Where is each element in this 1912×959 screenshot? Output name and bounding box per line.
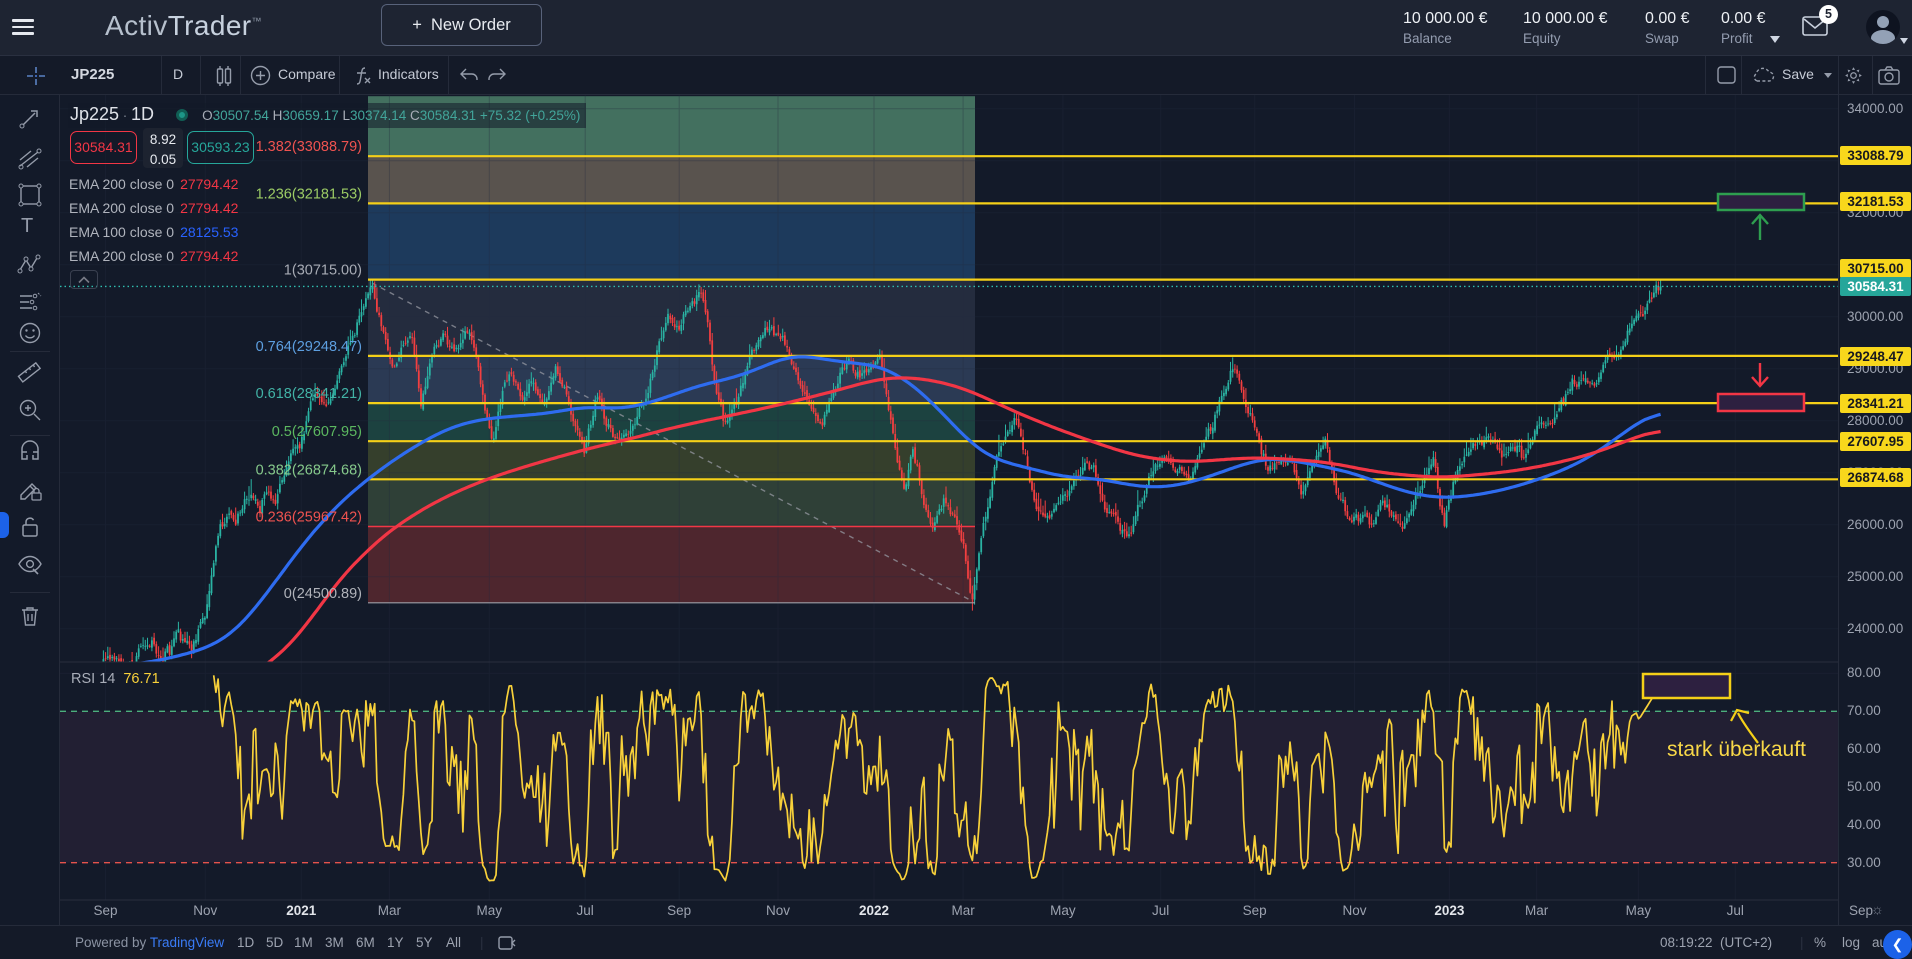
svg-text:stark überkauft: stark überkauft: [1667, 738, 1806, 761]
svg-text:0(24500.89): 0(24500.89): [284, 586, 362, 602]
svg-text:1.382(33088.79): 1.382(33088.79): [256, 139, 362, 155]
svg-text:1.236(32181.53): 1.236(32181.53): [256, 186, 362, 202]
svg-text:0.382(26874.68): 0.382(26874.68): [256, 462, 362, 478]
svg-text:0.764(29248.47): 0.764(29248.47): [256, 339, 362, 355]
svg-text:1(30715.00): 1(30715.00): [284, 263, 362, 279]
svg-text:0.618(28341.21): 0.618(28341.21): [256, 386, 362, 402]
svg-text:0.5(27607.95): 0.5(27607.95): [272, 424, 362, 440]
svg-text:0.236(25967.42): 0.236(25967.42): [256, 510, 362, 526]
